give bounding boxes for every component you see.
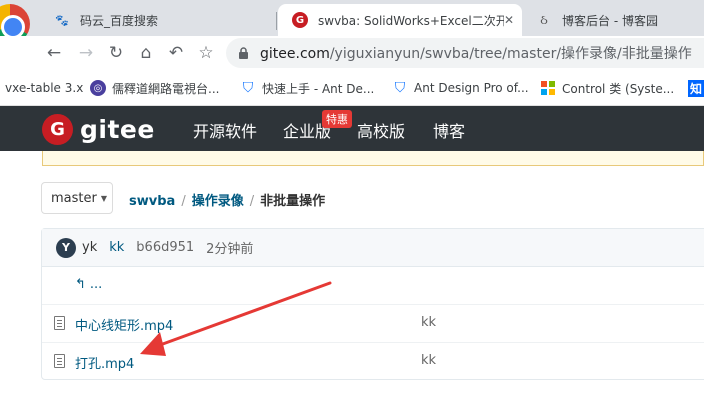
browser-toolbar: ← → ↻ ⌂ ↶ ☆ gitee.com/yiguxianyun/swvba/… — [0, 36, 704, 70]
breadcrumb-dir[interactable]: 操作录像 — [192, 194, 244, 209]
windows-icon — [540, 80, 556, 96]
file-row[interactable]: 中心线矩形.mp4 kk — [42, 305, 704, 343]
latest-commit-bar: Y yk kk b66d951 2分钟前 — [42, 229, 704, 267]
globe-icon: ◎ — [90, 80, 106, 96]
file-commit-message[interactable]: kk — [421, 353, 436, 368]
tab-baidu-search[interactable]: 🐾 码云_百度搜索 — [40, 4, 270, 36]
bookmark-zhihu[interactable]: 知 — [688, 79, 704, 97]
reload-icon[interactable]: ↻ — [104, 41, 128, 65]
tab-swvba[interactable]: G swvba: SolidWorks+Excel二次开 ✕ — [278, 4, 522, 36]
undo-history-icon[interactable]: ↶ — [164, 41, 188, 65]
reply-arrow-icon: ↰ — [75, 277, 86, 292]
blog-icon: ઠ — [540, 12, 548, 28]
lock-icon — [236, 46, 250, 60]
forward-arrow-icon[interactable]: → — [74, 41, 98, 65]
gitee-logo-icon: G — [42, 114, 73, 145]
file-icon — [54, 354, 65, 368]
file-row[interactable]: 打孔.mp4 kk — [42, 343, 704, 381]
tab-title: swvba: SolidWorks+Excel二次开 — [318, 13, 504, 28]
url-host: gitee.com — [260, 46, 330, 62]
bookmarks-bar: vxe-table 3.x ◎ 儒釋道網路電視台... ⛉ 快速上手 - Ant… — [0, 70, 704, 106]
notice-banner — [42, 151, 704, 166]
breadcrumb: swvba / 操作录像 / 非批量操作 — [129, 190, 325, 209]
file-name-link[interactable]: 打孔.mp4 — [75, 353, 134, 372]
breadcrumb-current: 非批量操作 — [260, 194, 326, 209]
bookmark-star-icon[interactable]: ☆ — [194, 41, 218, 65]
breadcrumb-separator: / — [249, 194, 255, 209]
address-bar[interactable]: gitee.com/yiguxianyun/swvba/tree/master/… — [226, 38, 704, 68]
bookmark-control-class[interactable]: Control 类 (Syste... — [540, 79, 674, 97]
bookmark-ant-design-quickstart[interactable]: ⛉ 快速上手 - Ant De... — [240, 79, 375, 97]
tab-separator — [276, 12, 277, 30]
bookmark-label: Control 类 (Syste... — [562, 81, 675, 96]
parent-directory-link[interactable]: ↰... — [75, 277, 102, 292]
branch-selector[interactable]: master ▼ — [41, 182, 113, 214]
shield-icon: ⛉ — [242, 80, 254, 96]
file-icon — [54, 316, 65, 330]
bookmark-label: Ant Design Pro of... — [414, 81, 529, 95]
commit-time: 2分钟前 — [206, 242, 254, 257]
promo-badge: 特惠 — [322, 110, 352, 128]
gitee-logo[interactable]: G gitee — [42, 114, 155, 145]
gitee-icon: G — [292, 12, 308, 28]
bookmark-ant-design-pro[interactable]: ⛉ Ant Design Pro of... — [392, 79, 529, 97]
url-path: /yiguxianyun/swvba/tree/master/操作录像/非批量操… — [329, 46, 692, 62]
tab-title: 码云_百度搜索 — [80, 13, 159, 28]
nav-education[interactable]: 高校版 — [357, 118, 405, 142]
commit-message[interactable]: kk — [109, 240, 124, 255]
parent-directory-label: ... — [89, 277, 103, 292]
shield-icon: ⛉ — [394, 80, 406, 96]
nav-open-source[interactable]: 开源软件 — [193, 118, 257, 142]
file-name-link[interactable]: 中心线矩形.mp4 — [75, 315, 173, 334]
avatar[interactable]: Y — [56, 237, 76, 258]
breadcrumb-repo[interactable]: swvba — [129, 194, 175, 209]
branch-name: master — [51, 190, 97, 206]
bookmark-vxe-table[interactable]: vxe-table 3.x — [5, 79, 83, 97]
home-icon[interactable]: ⌂ — [134, 41, 158, 65]
nav-blog[interactable]: 博客 — [433, 118, 465, 142]
back-arrow-icon[interactable]: ← — [42, 41, 66, 65]
bookmark-label: vxe-table 3.x — [5, 81, 84, 95]
commit-author[interactable]: yk — [82, 240, 97, 255]
breadcrumb-separator: / — [181, 194, 186, 209]
caret-down-icon: ▼ — [100, 193, 107, 203]
close-tab-icon[interactable]: ✕ — [504, 13, 514, 27]
gitee-logo-text: gitee — [80, 115, 155, 144]
file-commit-message[interactable]: kk — [421, 315, 436, 330]
gitee-header: G gitee 开源软件 企业版 高校版 博客 — [0, 106, 704, 151]
url-text: gitee.com/yiguxianyun/swvba/tree/master/… — [260, 43, 692, 63]
paw-icon: 🐾 — [55, 13, 69, 27]
bookmark-label: 知 — [688, 79, 704, 97]
tab-cnblogs[interactable]: ઠ 博客后台 - 博客园 — [522, 4, 704, 36]
bookmark-label: 儒釋道網路電視台... — [112, 81, 220, 96]
bookmark-tv[interactable]: ◎ 儒釋道網路電視台... — [90, 79, 219, 97]
browser-tab-strip: 🐾 码云_百度搜索 G swvba: SolidWorks+Excel二次开 ✕… — [0, 0, 704, 44]
tab-title: 博客后台 - 博客园 — [562, 13, 658, 28]
commit-hash[interactable]: b66d951 — [136, 240, 194, 255]
parent-directory-row[interactable]: ↰... — [42, 267, 704, 305]
bookmark-label: 快速上手 - Ant De... — [262, 81, 375, 96]
file-tree-panel: Y yk kk b66d951 2分钟前 ↰... 中心线矩形.mp4 kk 打… — [41, 228, 704, 380]
